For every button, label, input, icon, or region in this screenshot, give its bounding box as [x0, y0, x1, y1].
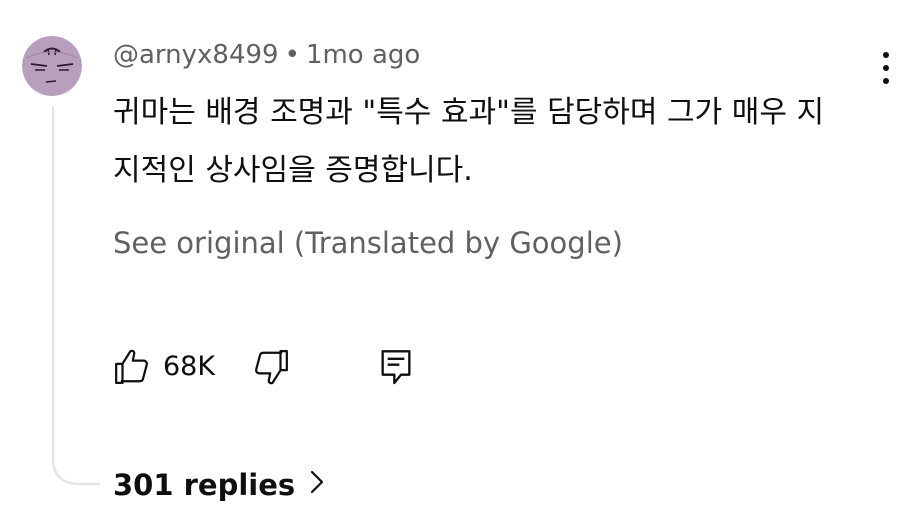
chevron-right-icon [309, 468, 325, 502]
thumb-down-icon [255, 350, 288, 385]
more-vert-icon [883, 52, 889, 58]
more-options-button[interactable] [872, 48, 900, 88]
see-original-link[interactable]: See original (Translated by Google) [113, 226, 623, 260]
comment-header: @arnyx8499 • 1mo ago [113, 40, 420, 70]
comment-time[interactable]: 1mo ago [306, 40, 420, 70]
dislike-button[interactable] [252, 348, 290, 390]
view-replies-button[interactable]: 301 replies [113, 468, 325, 502]
thumb-up-icon [115, 349, 148, 384]
author-handle[interactable]: @arnyx8499 [113, 40, 279, 70]
comment-text-line-1: 귀마는 배경 조명과 "특수 효과"를 담당하며 그가 매우 지 [113, 95, 825, 130]
comment-thread: @arnyx8499 • 1mo ago 귀마는 배경 조명과 "특수 효과"를 담… [0, 0, 900, 514]
avatar-image [22, 36, 82, 96]
reply-button[interactable] [379, 348, 413, 392]
comment-text: 귀마는 배경 조명과 "특수 효과"를 담당하며 그가 매우 지 지적인 상사임… [113, 84, 873, 200]
header-separator: • [284, 40, 300, 70]
reply-comment-icon [381, 350, 411, 385]
thread-connector-line [52, 106, 100, 486]
comment-text-line-2: 지적인 상사임을 증명합니다. [113, 153, 473, 188]
like-button[interactable] [113, 348, 151, 390]
avatar[interactable] [22, 36, 82, 96]
replies-label: 301 replies [113, 468, 296, 502]
like-count: 68K [163, 351, 216, 382]
